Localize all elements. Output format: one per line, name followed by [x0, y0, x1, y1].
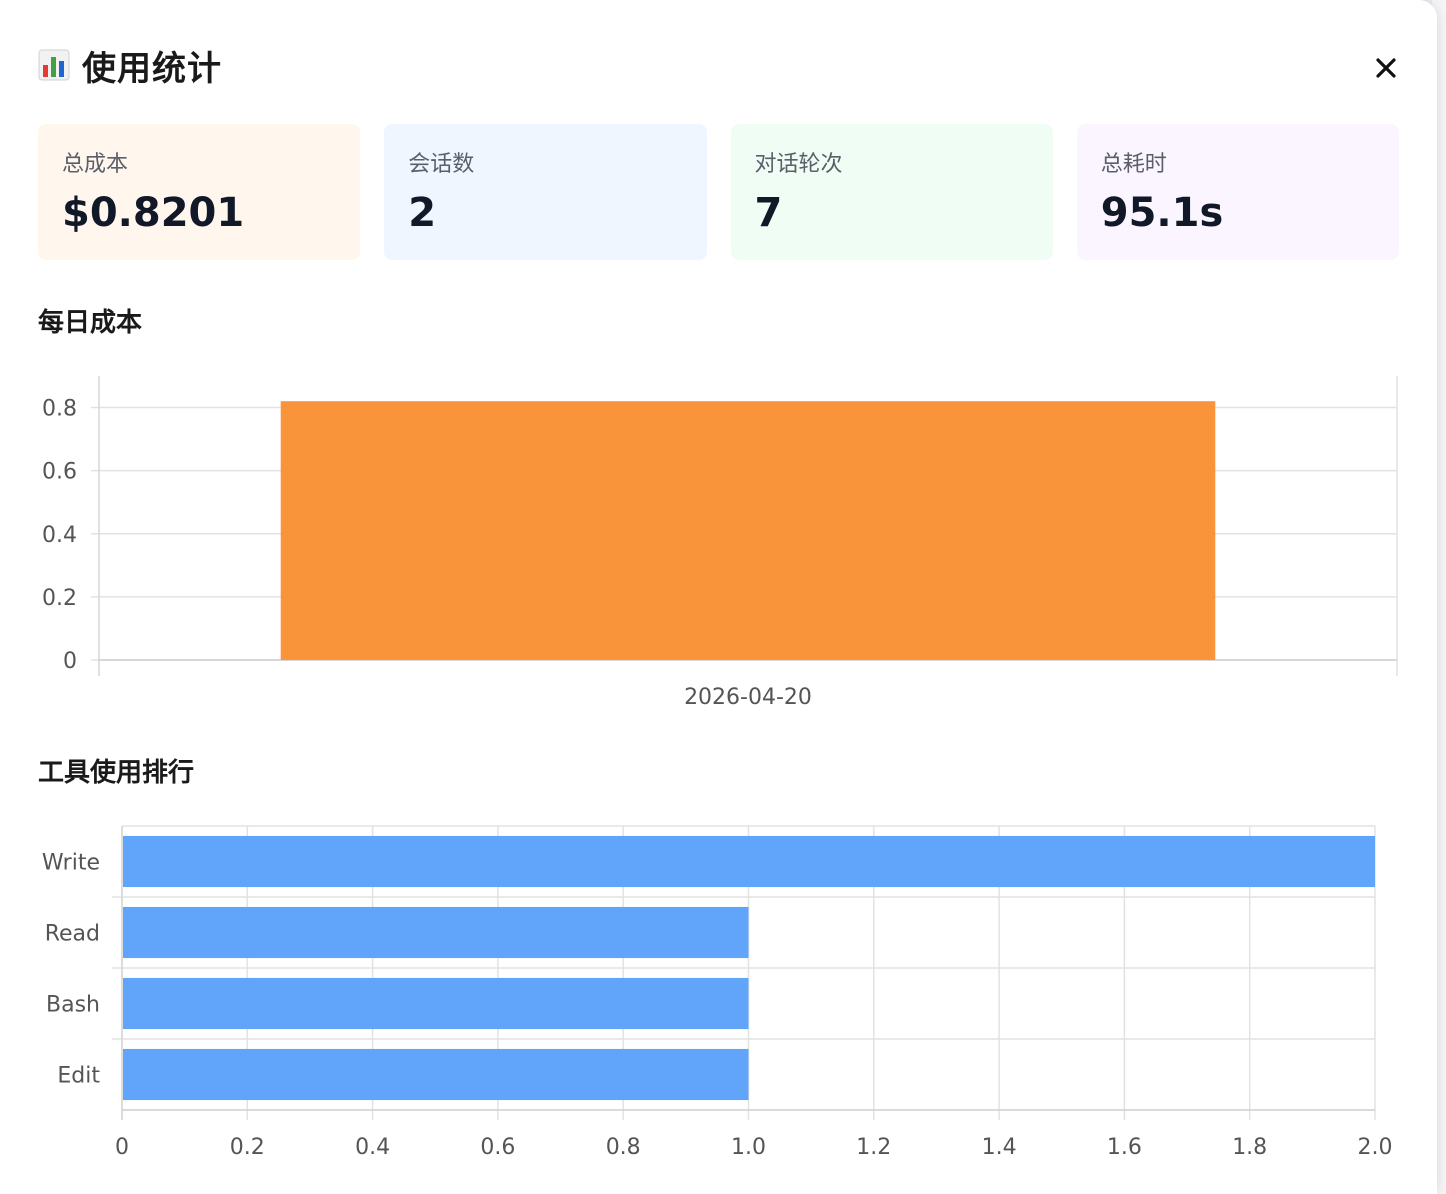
y-tick-label: 0.4 [42, 523, 77, 548]
cost-bar [280, 401, 1216, 660]
x-tick-label: 0.2 [230, 1135, 265, 1160]
y-tick-label: Write [42, 851, 100, 876]
tool-bar [123, 906, 749, 959]
modal-title: 使用统计 [82, 48, 222, 89]
daily-cost-heading: 每日成本 [38, 308, 143, 338]
tool-usage-chart: 0 0.2 0.4 0.6 0.8 1.0 1.2 1.4 1.6 1.8 2.0 Write Read… [42, 825, 1393, 1160]
x-tick-label: 2026-04-20 [684, 685, 812, 710]
usage-stats-modal: 使用统计 总成本 $0.8201 会话数 2 对话轮次 7 总耗时 95.1s … [0, 0, 1437, 1194]
tool-bar [123, 977, 749, 1030]
tool-bar [123, 835, 1375, 888]
daily-cost-chart: 0 0.2 0.4 0.6 0.8 2026-04-20 [42, 376, 1398, 710]
x-tick-label: 0.6 [480, 1135, 515, 1160]
modal-header: 使用统计 [38, 40, 222, 90]
total-cost-card: 总成本 $0.8201 [38, 124, 361, 260]
y-tick-label: Bash [46, 993, 100, 1018]
y-tick-label: Edit [57, 1064, 100, 1089]
tool-bar [123, 1048, 749, 1101]
card-value: 95.1s [1100, 190, 1224, 236]
x-tick-label: 1.8 [1232, 1135, 1267, 1160]
y-tick-label: 0.6 [42, 460, 77, 485]
total-duration-card: 总耗时 95.1s [1076, 124, 1399, 260]
card-value: 7 [754, 190, 783, 236]
card-label: 会话数 [408, 152, 475, 177]
y-tick-label: 0 [63, 649, 77, 674]
summary-cards: 总成本 $0.8201 会话数 2 对话轮次 7 总耗时 95.1s [38, 124, 1399, 260]
x-tick-label: 0.4 [355, 1135, 390, 1160]
x-tick-label: 1.4 [982, 1135, 1017, 1160]
session-count-card: 会话数 2 [384, 124, 707, 260]
x-tick-label: 1.2 [856, 1135, 891, 1160]
card-value: 2 [408, 190, 437, 236]
close-icon[interactable] [1368, 50, 1404, 86]
y-tick-label: Read [45, 922, 100, 947]
card-label: 总成本 [62, 152, 129, 177]
card-label: 对话轮次 [754, 152, 843, 177]
card-value: $0.8201 [62, 190, 245, 236]
x-tick-label: 0.8 [606, 1135, 641, 1160]
conversation-turns-card: 对话轮次 7 [730, 124, 1053, 260]
x-tick-label: 0 [115, 1135, 129, 1160]
x-tick-label: 1.0 [731, 1135, 766, 1160]
y-tick-label: 0.2 [42, 586, 77, 611]
y-tick-label: 0.8 [42, 397, 77, 422]
bar-chart-icon [38, 49, 70, 81]
x-tick-label: 2.0 [1358, 1135, 1393, 1160]
x-tick-label: 1.6 [1107, 1135, 1142, 1160]
tool-ranking-heading: 工具使用排行 [38, 758, 195, 788]
card-label: 总耗时 [1100, 152, 1167, 177]
